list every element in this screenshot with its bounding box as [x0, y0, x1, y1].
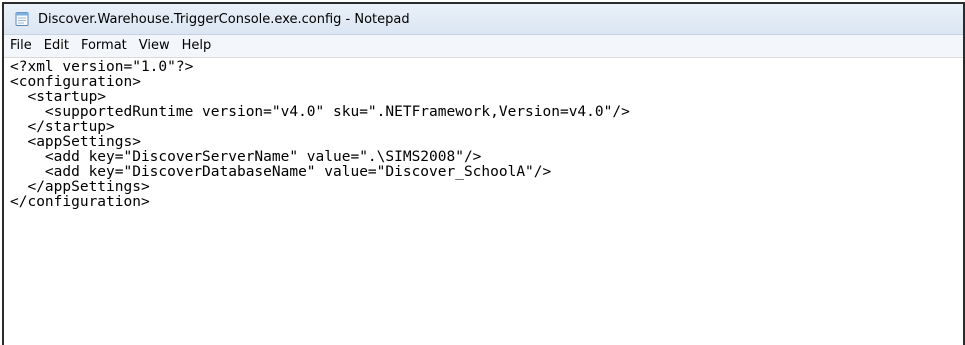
text-editor-area[interactable]: <?xml version="1.0"?> <configuration> <s… [4, 58, 963, 345]
editor-line: <add key="DiscoverDatabaseName" value="D… [10, 164, 552, 180]
menu-format[interactable]: Format [75, 35, 133, 57]
menu-help[interactable]: Help [176, 35, 218, 57]
editor-line: <add key="DiscoverServerName" value=".\S… [10, 149, 482, 165]
notepad-window: Discover.Warehouse.TriggerConsole.exe.co… [2, 2, 965, 345]
menu-edit[interactable]: Edit [38, 35, 75, 57]
menu-view[interactable]: View [133, 35, 176, 57]
editor-line: <supportedRuntime version="v4.0" sku=".N… [10, 104, 630, 120]
editor-line: <appSettings> [10, 134, 141, 150]
editor-line: <configuration> [10, 74, 141, 90]
editor-line: <?xml version="1.0"?> [10, 59, 194, 75]
editor-line: </configuration> [10, 194, 150, 210]
editor-line: </appSettings> [10, 179, 150, 195]
menu-bar: File Edit Format View Help [4, 35, 963, 58]
notepad-icon [14, 11, 30, 27]
menu-file[interactable]: File [4, 35, 38, 57]
editor-line: <startup> [10, 89, 107, 105]
editor-line: </startup> [10, 119, 115, 135]
title-bar[interactable]: Discover.Warehouse.TriggerConsole.exe.co… [4, 4, 963, 35]
window-title: Discover.Warehouse.TriggerConsole.exe.co… [38, 11, 410, 27]
